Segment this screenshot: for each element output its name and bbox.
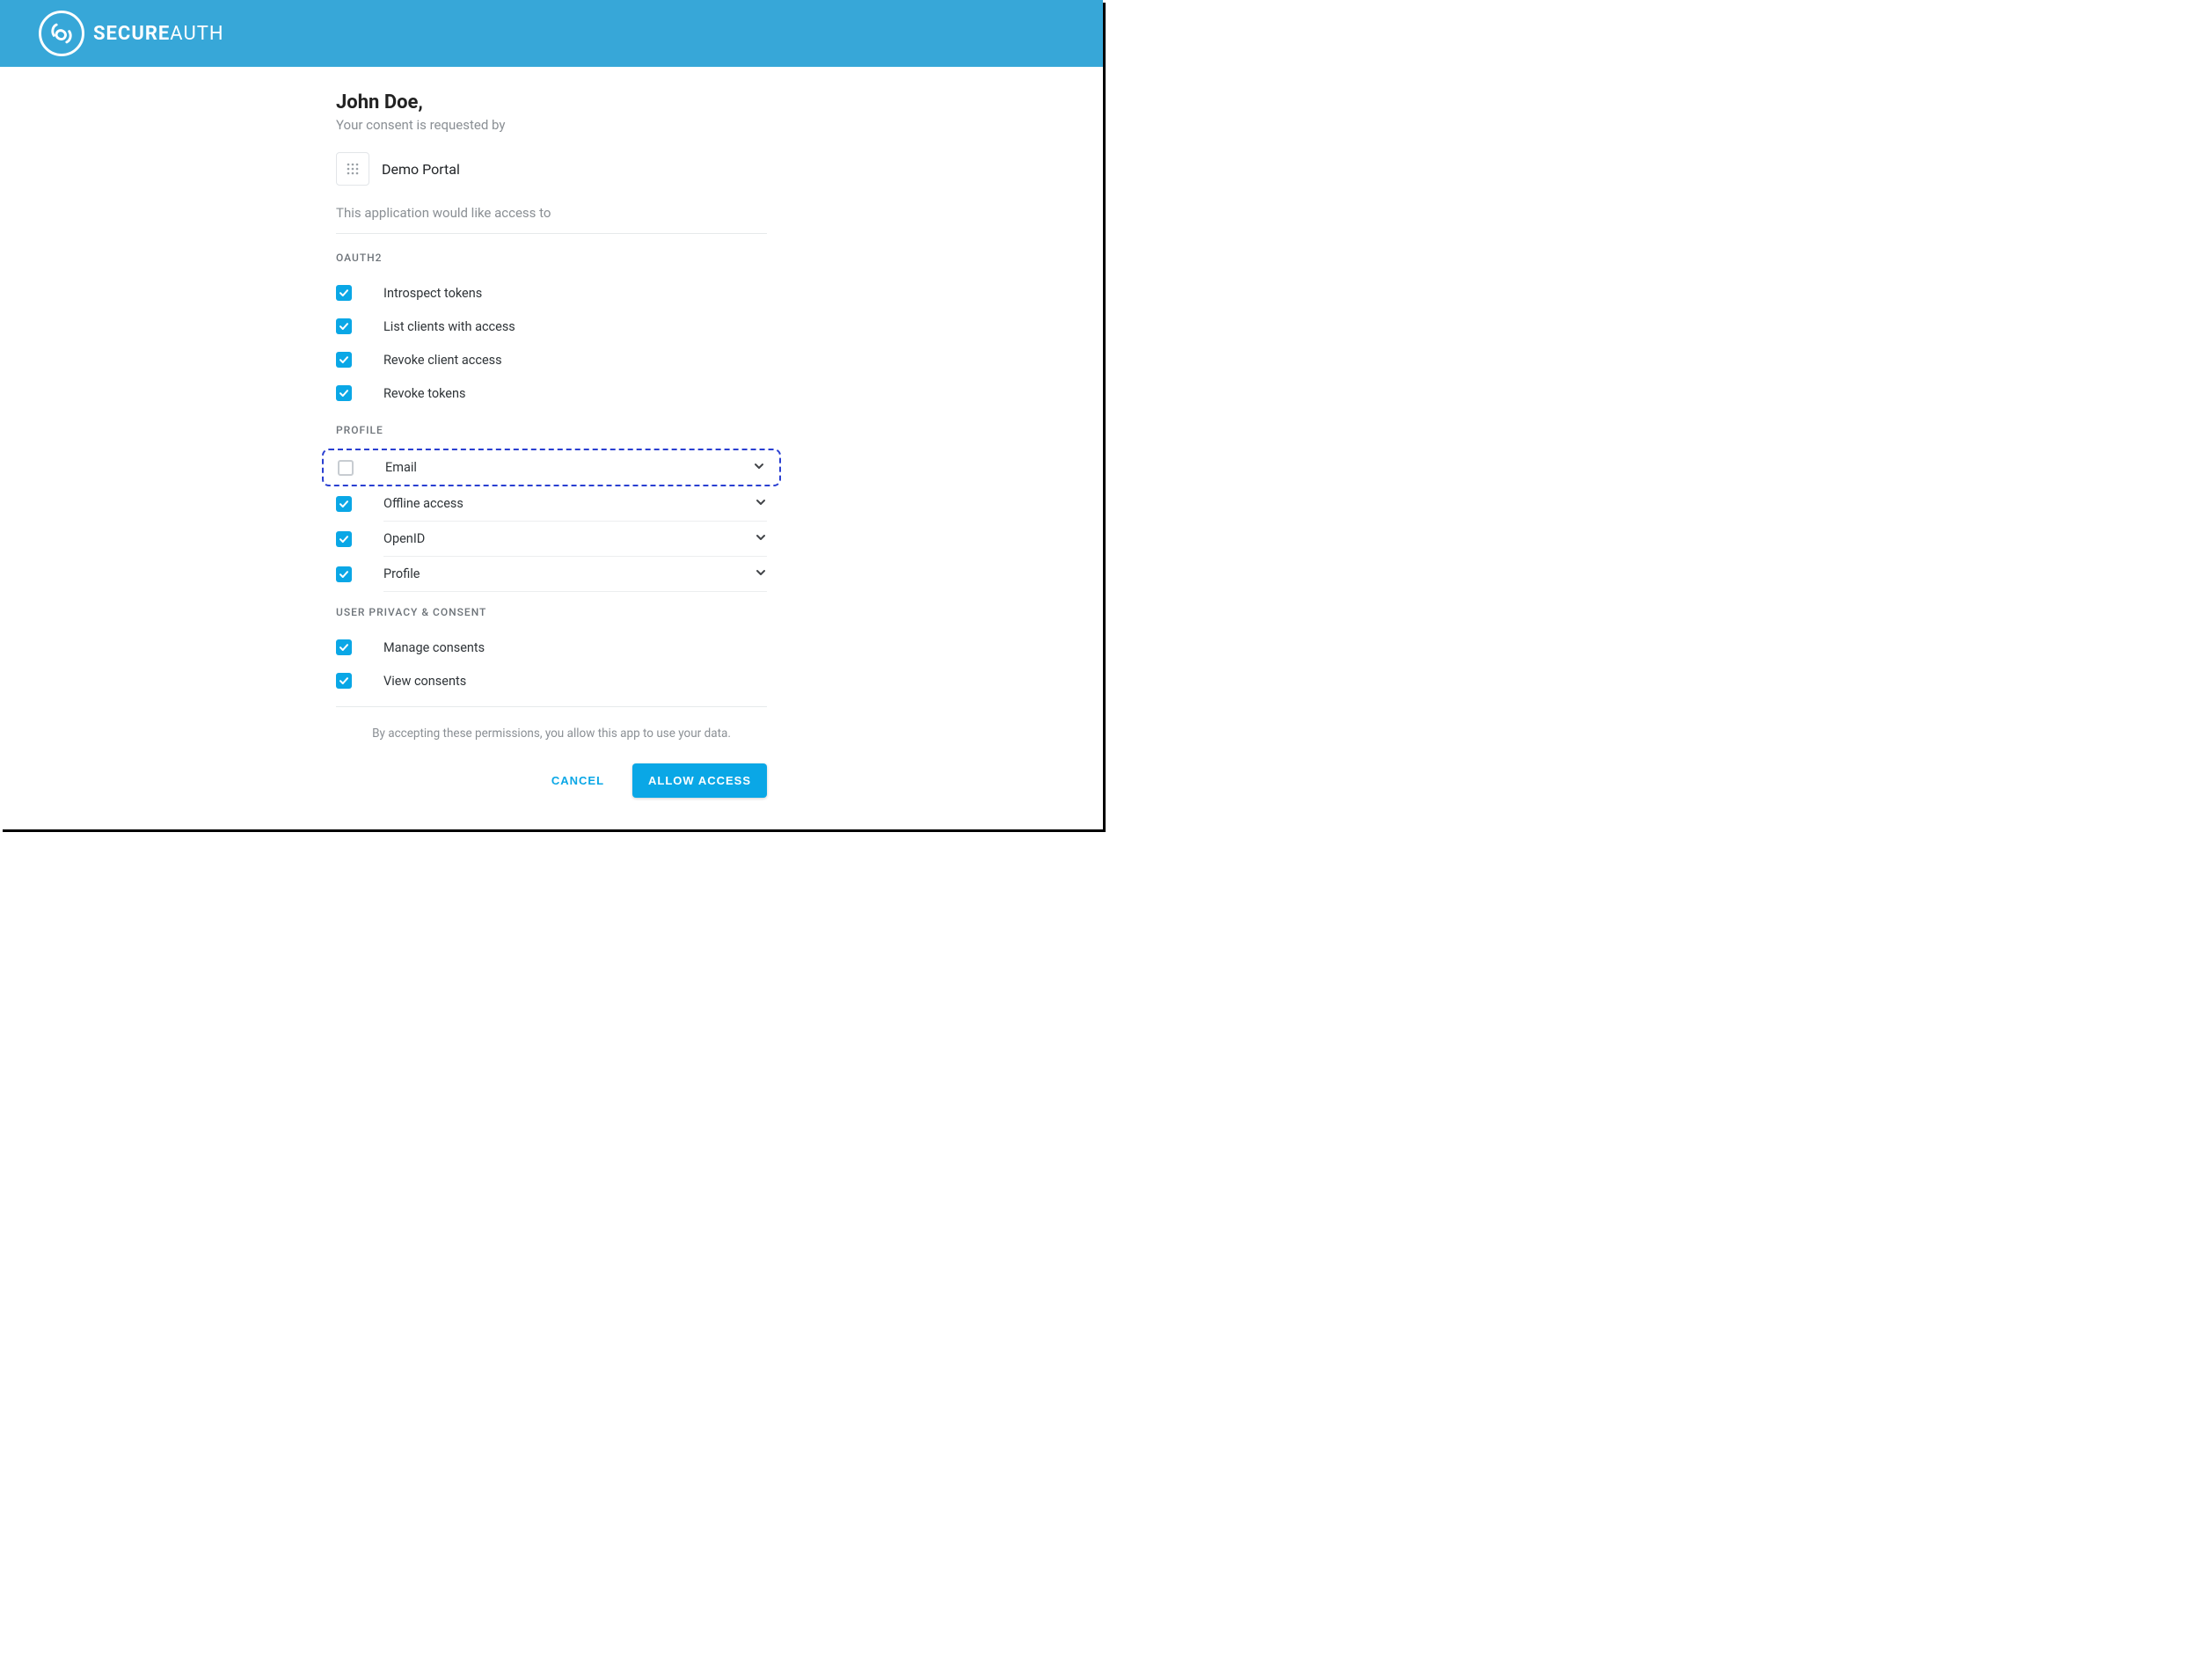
cancel-button[interactable]: CANCEL	[548, 765, 608, 796]
scope-checkbox[interactable]	[336, 639, 352, 655]
consent-window: SECUREAUTH John Doe, Your consent is req…	[0, 0, 1103, 829]
scopes-container: OAUTH2 Introspect tokens List clients with…	[336, 233, 767, 697]
scope-label: Manage consents	[383, 640, 485, 655]
chevron-down-icon[interactable]	[753, 459, 765, 476]
scope-checkbox[interactable]	[336, 673, 352, 689]
app-grid-icon	[336, 152, 369, 186]
chevron-down-icon[interactable]	[755, 495, 767, 512]
scope-row[interactable]: Offline access	[336, 486, 767, 521]
scope-label: Revoke client access	[383, 353, 502, 368]
scope-label: List clients with access	[383, 319, 515, 334]
scope-label: Offline access	[383, 496, 464, 511]
brand-name-part2: AUTH	[170, 23, 223, 45]
brand: SECUREAUTH	[39, 11, 224, 56]
requesting-app: Demo Portal	[336, 152, 767, 186]
scope-label: Introspect tokens	[383, 286, 482, 301]
scope-row: Revoke client access	[336, 343, 767, 376]
brand-logo-icon	[39, 11, 84, 56]
scope-row: Manage consents	[336, 631, 767, 664]
scope-row[interactable]: OpenID	[336, 522, 767, 556]
consent-subtitle: Your consent is requested by	[336, 117, 767, 133]
scope-row[interactable]: Email	[322, 449, 781, 486]
scope-row[interactable]: Profile	[336, 557, 767, 591]
brand-name: SECUREAUTH	[93, 23, 224, 45]
scope-section-title: OAUTH2	[336, 252, 767, 264]
scope-checkbox[interactable]	[336, 385, 352, 401]
chevron-down-icon[interactable]	[755, 530, 767, 547]
footer-area: By accepting these permissions, you allo…	[336, 706, 767, 798]
scope-checkbox[interactable]	[336, 566, 352, 582]
scope-section-title: PROFILE	[336, 424, 767, 436]
scope-label: Email	[385, 460, 417, 475]
accept-disclaimer: By accepting these permissions, you allo…	[336, 726, 767, 741]
consent-content: John Doe, Your consent is requested by D…	[336, 67, 767, 798]
action-buttons: CANCEL ALLOW ACCESS	[336, 763, 767, 798]
access-request-text: This application would like access to	[336, 205, 767, 221]
scope-checkbox[interactable]	[336, 285, 352, 301]
scope-checkbox[interactable]	[336, 496, 352, 512]
scope-label: OpenID	[383, 531, 425, 546]
scope-row: Introspect tokens	[336, 276, 767, 310]
scope-label: View consents	[383, 674, 466, 689]
scope-checkbox[interactable]	[336, 352, 352, 368]
scope-row: Revoke tokens	[336, 376, 767, 410]
chevron-down-icon[interactable]	[755, 566, 767, 582]
scope-section-title: USER PRIVACY & CONSENT	[336, 606, 767, 618]
scope-checkbox[interactable]	[338, 460, 354, 476]
scope-checkbox[interactable]	[336, 531, 352, 547]
header-bar: SECUREAUTH	[0, 0, 1103, 67]
allow-access-button[interactable]: ALLOW ACCESS	[632, 763, 767, 798]
app-name: Demo Portal	[382, 161, 460, 178]
user-name: John Doe,	[336, 91, 767, 113]
scope-row: View consents	[336, 664, 767, 697]
scope-checkbox[interactable]	[336, 318, 352, 334]
brand-name-part1: SECURE	[93, 23, 170, 45]
scope-label: Revoke tokens	[383, 386, 465, 401]
scope-row: List clients with access	[336, 310, 767, 343]
scope-label: Profile	[383, 566, 420, 581]
